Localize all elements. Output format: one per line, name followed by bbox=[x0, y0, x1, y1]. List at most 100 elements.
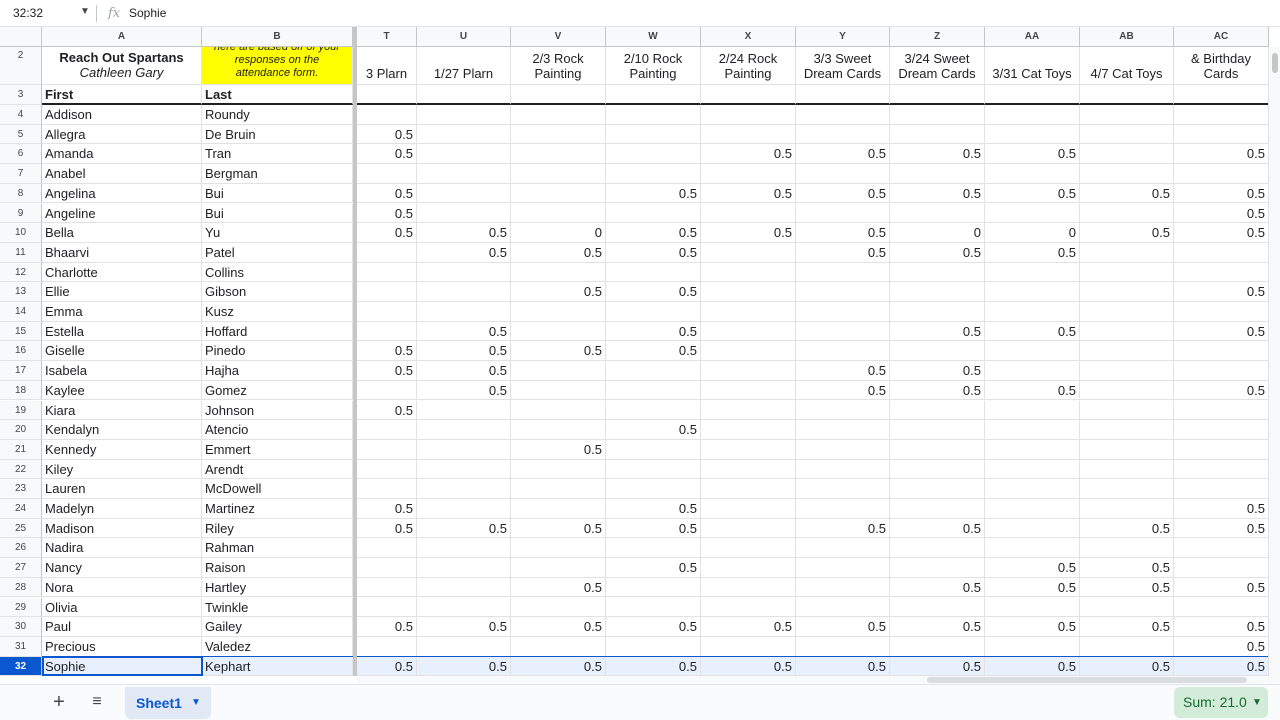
attendance-value-cell[interactable] bbox=[417, 459, 511, 480]
attendance-value-cell[interactable] bbox=[606, 124, 701, 145]
sum-dropdown-icon[interactable]: ▼ bbox=[1252, 687, 1262, 718]
attendance-value-cell[interactable] bbox=[606, 636, 701, 657]
attendance-value-cell[interactable] bbox=[417, 538, 511, 559]
attendance-value-cell[interactable] bbox=[890, 538, 985, 559]
row-header[interactable]: 17 bbox=[0, 361, 42, 381]
attendance-value-cell[interactable] bbox=[417, 636, 511, 657]
attendance-value-cell[interactable] bbox=[796, 282, 890, 302]
row-header[interactable]: 29 bbox=[0, 597, 42, 618]
attendance-value-cell[interactable] bbox=[357, 262, 417, 283]
attendance-value-cell[interactable] bbox=[701, 124, 796, 145]
attendance-value-cell[interactable]: 0.5 bbox=[890, 577, 985, 598]
attendance-value-cell[interactable]: 0.5 bbox=[1174, 380, 1269, 401]
attendance-value-cell[interactable] bbox=[701, 558, 796, 578]
add-sheet-button[interactable]: + bbox=[48, 691, 70, 713]
attendance-value-cell[interactable] bbox=[796, 558, 890, 578]
attendance-value-cell[interactable] bbox=[606, 164, 701, 184]
event-header-cell[interactable]: 3/3 Sweet Dream Cards bbox=[796, 47, 890, 85]
row-header[interactable]: 18 bbox=[0, 380, 42, 401]
attendance-value-cell[interactable] bbox=[985, 282, 1080, 302]
attendance-value-cell[interactable]: 0.5 bbox=[985, 617, 1080, 637]
attendance-value-cell[interactable]: 0.5 bbox=[606, 420, 701, 440]
first-name-cell[interactable]: Lauren bbox=[42, 479, 202, 499]
last-name-cell[interactable]: Collins bbox=[202, 262, 353, 283]
attendance-value-cell[interactable] bbox=[1174, 124, 1269, 145]
column-header-t[interactable]: T bbox=[357, 27, 417, 47]
first-name-cell[interactable]: Charlotte bbox=[42, 262, 202, 283]
column-header-v[interactable]: V bbox=[511, 27, 606, 47]
attendance-value-cell[interactable] bbox=[701, 164, 796, 184]
row-header[interactable]: 24 bbox=[0, 499, 42, 519]
attendance-value-cell[interactable]: 0.5 bbox=[511, 282, 606, 302]
attendance-value-cell[interactable]: 0.5 bbox=[417, 361, 511, 381]
attendance-value-cell[interactable] bbox=[1080, 400, 1174, 421]
attendance-value-cell[interactable] bbox=[985, 361, 1080, 381]
attendance-value-cell[interactable] bbox=[796, 597, 890, 618]
attendance-value-cell[interactable] bbox=[1174, 420, 1269, 440]
attendance-value-cell[interactable] bbox=[796, 262, 890, 283]
last-name-cell[interactable]: Kusz bbox=[202, 302, 353, 322]
attendance-value-cell[interactable]: 0.5 bbox=[890, 656, 985, 676]
attendance-value-cell[interactable] bbox=[511, 262, 606, 283]
attendance-value-cell[interactable]: 0.5 bbox=[1174, 499, 1269, 519]
attendance-value-cell[interactable] bbox=[796, 341, 890, 362]
last-name-cell[interactable]: Kephart bbox=[202, 656, 353, 676]
attendance-value-cell[interactable] bbox=[357, 558, 417, 578]
attendance-value-cell[interactable] bbox=[985, 597, 1080, 618]
attendance-value-cell[interactable]: 0.5 bbox=[1080, 518, 1174, 539]
attendance-value-cell[interactable]: 0.5 bbox=[985, 242, 1080, 263]
attendance-value-cell[interactable] bbox=[1080, 597, 1174, 618]
attendance-value-cell[interactable] bbox=[890, 282, 985, 302]
first-name-cell[interactable]: Olivia bbox=[42, 597, 202, 618]
first-name-cell[interactable]: Kiara bbox=[42, 400, 202, 421]
last-name-cell[interactable]: Bui bbox=[202, 183, 353, 204]
first-name-cell[interactable]: Madelyn bbox=[42, 499, 202, 519]
attendance-value-cell[interactable] bbox=[1174, 105, 1269, 125]
attendance-value-cell[interactable] bbox=[511, 459, 606, 480]
attendance-value-cell[interactable]: 0.5 bbox=[1174, 656, 1269, 676]
row-header[interactable]: 12 bbox=[0, 262, 42, 283]
attendance-value-cell[interactable] bbox=[796, 499, 890, 519]
attendance-value-cell[interactable] bbox=[606, 144, 701, 165]
attendance-value-cell[interactable] bbox=[1174, 479, 1269, 499]
attendance-value-cell[interactable] bbox=[511, 597, 606, 618]
row-header[interactable]: 11 bbox=[0, 242, 42, 263]
attendance-value-cell[interactable] bbox=[1080, 479, 1174, 499]
attendance-value-cell[interactable]: 0.5 bbox=[357, 183, 417, 204]
attendance-value-cell[interactable]: 0.5 bbox=[1174, 223, 1269, 243]
attendance-value-cell[interactable]: 0.5 bbox=[417, 518, 511, 539]
attendance-value-cell[interactable] bbox=[890, 105, 985, 125]
attendance-value-cell[interactable] bbox=[1080, 420, 1174, 440]
empty-cell[interactable] bbox=[1174, 85, 1269, 105]
first-name-cell[interactable]: Addison bbox=[42, 105, 202, 125]
attendance-value-cell[interactable] bbox=[796, 439, 890, 460]
attendance-value-cell[interactable]: 0.5 bbox=[511, 242, 606, 263]
attendance-value-cell[interactable] bbox=[511, 400, 606, 421]
attendance-value-cell[interactable]: 0.5 bbox=[1080, 183, 1174, 204]
attendance-value-cell[interactable] bbox=[985, 164, 1080, 184]
attendance-value-cell[interactable] bbox=[417, 124, 511, 145]
attendance-value-cell[interactable] bbox=[1174, 558, 1269, 578]
attendance-value-cell[interactable]: 0.5 bbox=[417, 617, 511, 637]
attendance-value-cell[interactable]: 0.5 bbox=[796, 361, 890, 381]
first-name-cell[interactable]: Giselle bbox=[42, 341, 202, 362]
attendance-value-cell[interactable] bbox=[890, 164, 985, 184]
event-header-cell[interactable]: 4/7 Cat Toys bbox=[1080, 47, 1174, 85]
attendance-value-cell[interactable] bbox=[796, 105, 890, 125]
row-header[interactable]: 28 bbox=[0, 577, 42, 598]
attendance-value-cell[interactable] bbox=[701, 282, 796, 302]
attendance-value-cell[interactable] bbox=[701, 459, 796, 480]
attendance-value-cell[interactable] bbox=[417, 400, 511, 421]
attendance-value-cell[interactable] bbox=[1080, 439, 1174, 460]
attendance-value-cell[interactable] bbox=[1174, 242, 1269, 263]
attendance-value-cell[interactable] bbox=[701, 439, 796, 460]
attendance-value-cell[interactable] bbox=[1174, 341, 1269, 362]
attendance-value-cell[interactable]: 0.5 bbox=[1080, 223, 1174, 243]
empty-cell[interactable] bbox=[606, 85, 701, 105]
first-name-cell[interactable]: Madison bbox=[42, 518, 202, 539]
attendance-value-cell[interactable] bbox=[1080, 636, 1174, 657]
attendance-value-cell[interactable] bbox=[985, 341, 1080, 362]
event-header-cell[interactable]: 2/10 Rock Painting bbox=[606, 47, 701, 85]
attendance-value-cell[interactable]: 0.5 bbox=[985, 577, 1080, 598]
name-box[interactable]: 32:32 ▼ bbox=[0, 0, 96, 27]
